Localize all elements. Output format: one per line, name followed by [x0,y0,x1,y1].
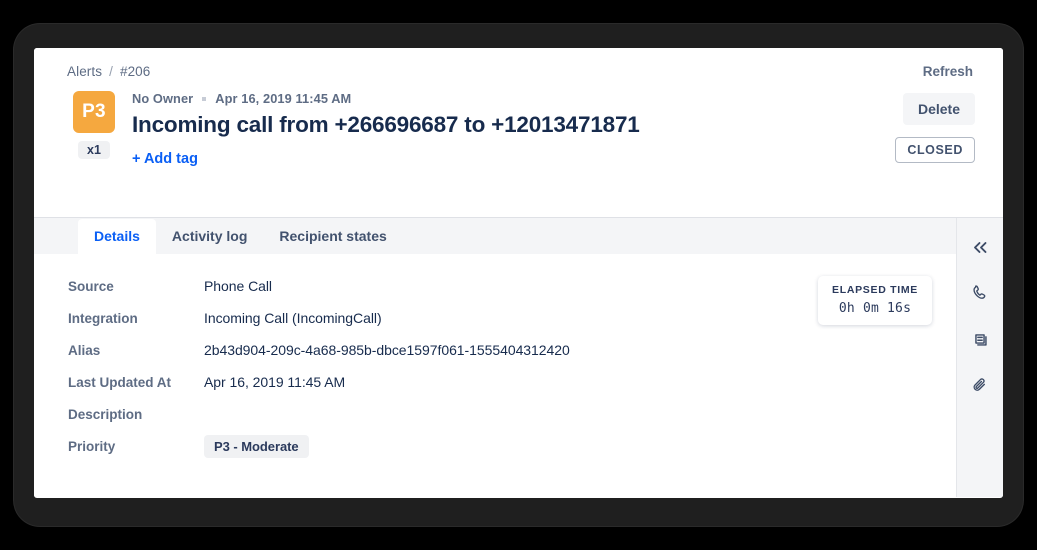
elapsed-time-value: 0h 0m 16s [838,301,912,316]
add-tag-button[interactable]: + Add tag [132,151,198,167]
tab-recipient-states[interactable]: Recipient states [263,219,402,254]
alert-created-time: Apr 16, 2019 11:45 AM [215,91,352,106]
status-badge: CLOSED [895,137,975,163]
tab-activity-log[interactable]: Activity log [156,219,263,254]
field-row-alias: Alias 2b43d904-209c-4a68-985b-dbce1597f0… [68,342,956,374]
refresh-button[interactable]: Refresh [923,64,973,79]
alert-detail-card: Alerts / #206 P3 x1 No Owner Apr 16, 201… [34,48,1003,498]
breadcrumb-separator: / [109,64,113,79]
breadcrumb-current-id: #206 [119,64,151,79]
collapse-panel-button[interactable] [965,232,995,262]
priority-column: P3 x1 [64,91,124,159]
elapsed-time-label: ELAPSED TIME [832,284,918,296]
phone-icon [971,284,989,302]
content-area: Details Activity log Recipient states So… [34,218,1003,497]
field-label: Alias [68,343,101,358]
title-column: No Owner Apr 16, 2019 11:45 AM Incoming … [124,91,975,168]
tab-bar: Details Activity log Recipient states [34,218,956,254]
page-title: Incoming call from +266696687 to +120134… [132,112,640,137]
chevron-double-left-icon [972,241,989,254]
alert-meta: No Owner Apr 16, 2019 11:45 AM [132,91,975,106]
priority-avatar: P3 [73,91,115,133]
field-row-priority: Priority P3 - Moderate [68,435,956,470]
field-label: Source [68,279,114,294]
field-label: Integration [68,311,138,326]
alert-owner: No Owner [132,91,194,106]
field-row-last-updated: Last Updated At Apr 16, 2019 11:45 AM [68,374,956,406]
call-button[interactable] [965,278,995,308]
field-value-alias: 2b43d904-209c-4a68-985b-dbce1597f061-155… [204,342,570,358]
attachments-button[interactable] [965,370,995,400]
right-icon-rail [956,218,1003,497]
breadcrumb: Alerts / #206 [67,64,975,79]
notes-icon [971,330,989,348]
device-frame: Alerts / #206 P3 x1 No Owner Apr 16, 201… [14,24,1023,526]
elapsed-time-widget: ELAPSED TIME 0h 0m 16s [818,276,932,325]
notes-button[interactable] [965,324,995,354]
details-panel: Source Phone Call Integration Incoming C… [34,254,956,470]
header-actions: Refresh Delete CLOSED [895,64,975,163]
tab-details[interactable]: Details [78,219,156,254]
alert-header: Alerts / #206 P3 x1 No Owner Apr 16, 201… [34,48,1003,218]
field-label: Last Updated At [68,375,172,390]
meta-separator-dot [202,96,207,101]
alert-header-body: P3 x1 No Owner Apr 16, 2019 11:45 AM Inc… [62,91,975,168]
paperclip-icon [971,376,989,394]
field-label: Priority [68,439,116,454]
delete-button[interactable]: Delete [902,93,975,125]
field-value-last-updated: Apr 16, 2019 11:45 AM [204,374,346,390]
breadcrumb-alerts-link[interactable]: Alerts [67,64,102,79]
field-value-source: Phone Call [204,278,272,294]
field-row-description: Description [68,406,956,438]
occurrence-count-badge: x1 [78,141,110,159]
field-value-priority: P3 - Moderate [204,435,309,458]
field-label: Description [68,407,143,422]
content-main: Details Activity log Recipient states So… [34,218,956,497]
field-value-integration: Incoming Call (IncomingCall) [204,310,382,326]
